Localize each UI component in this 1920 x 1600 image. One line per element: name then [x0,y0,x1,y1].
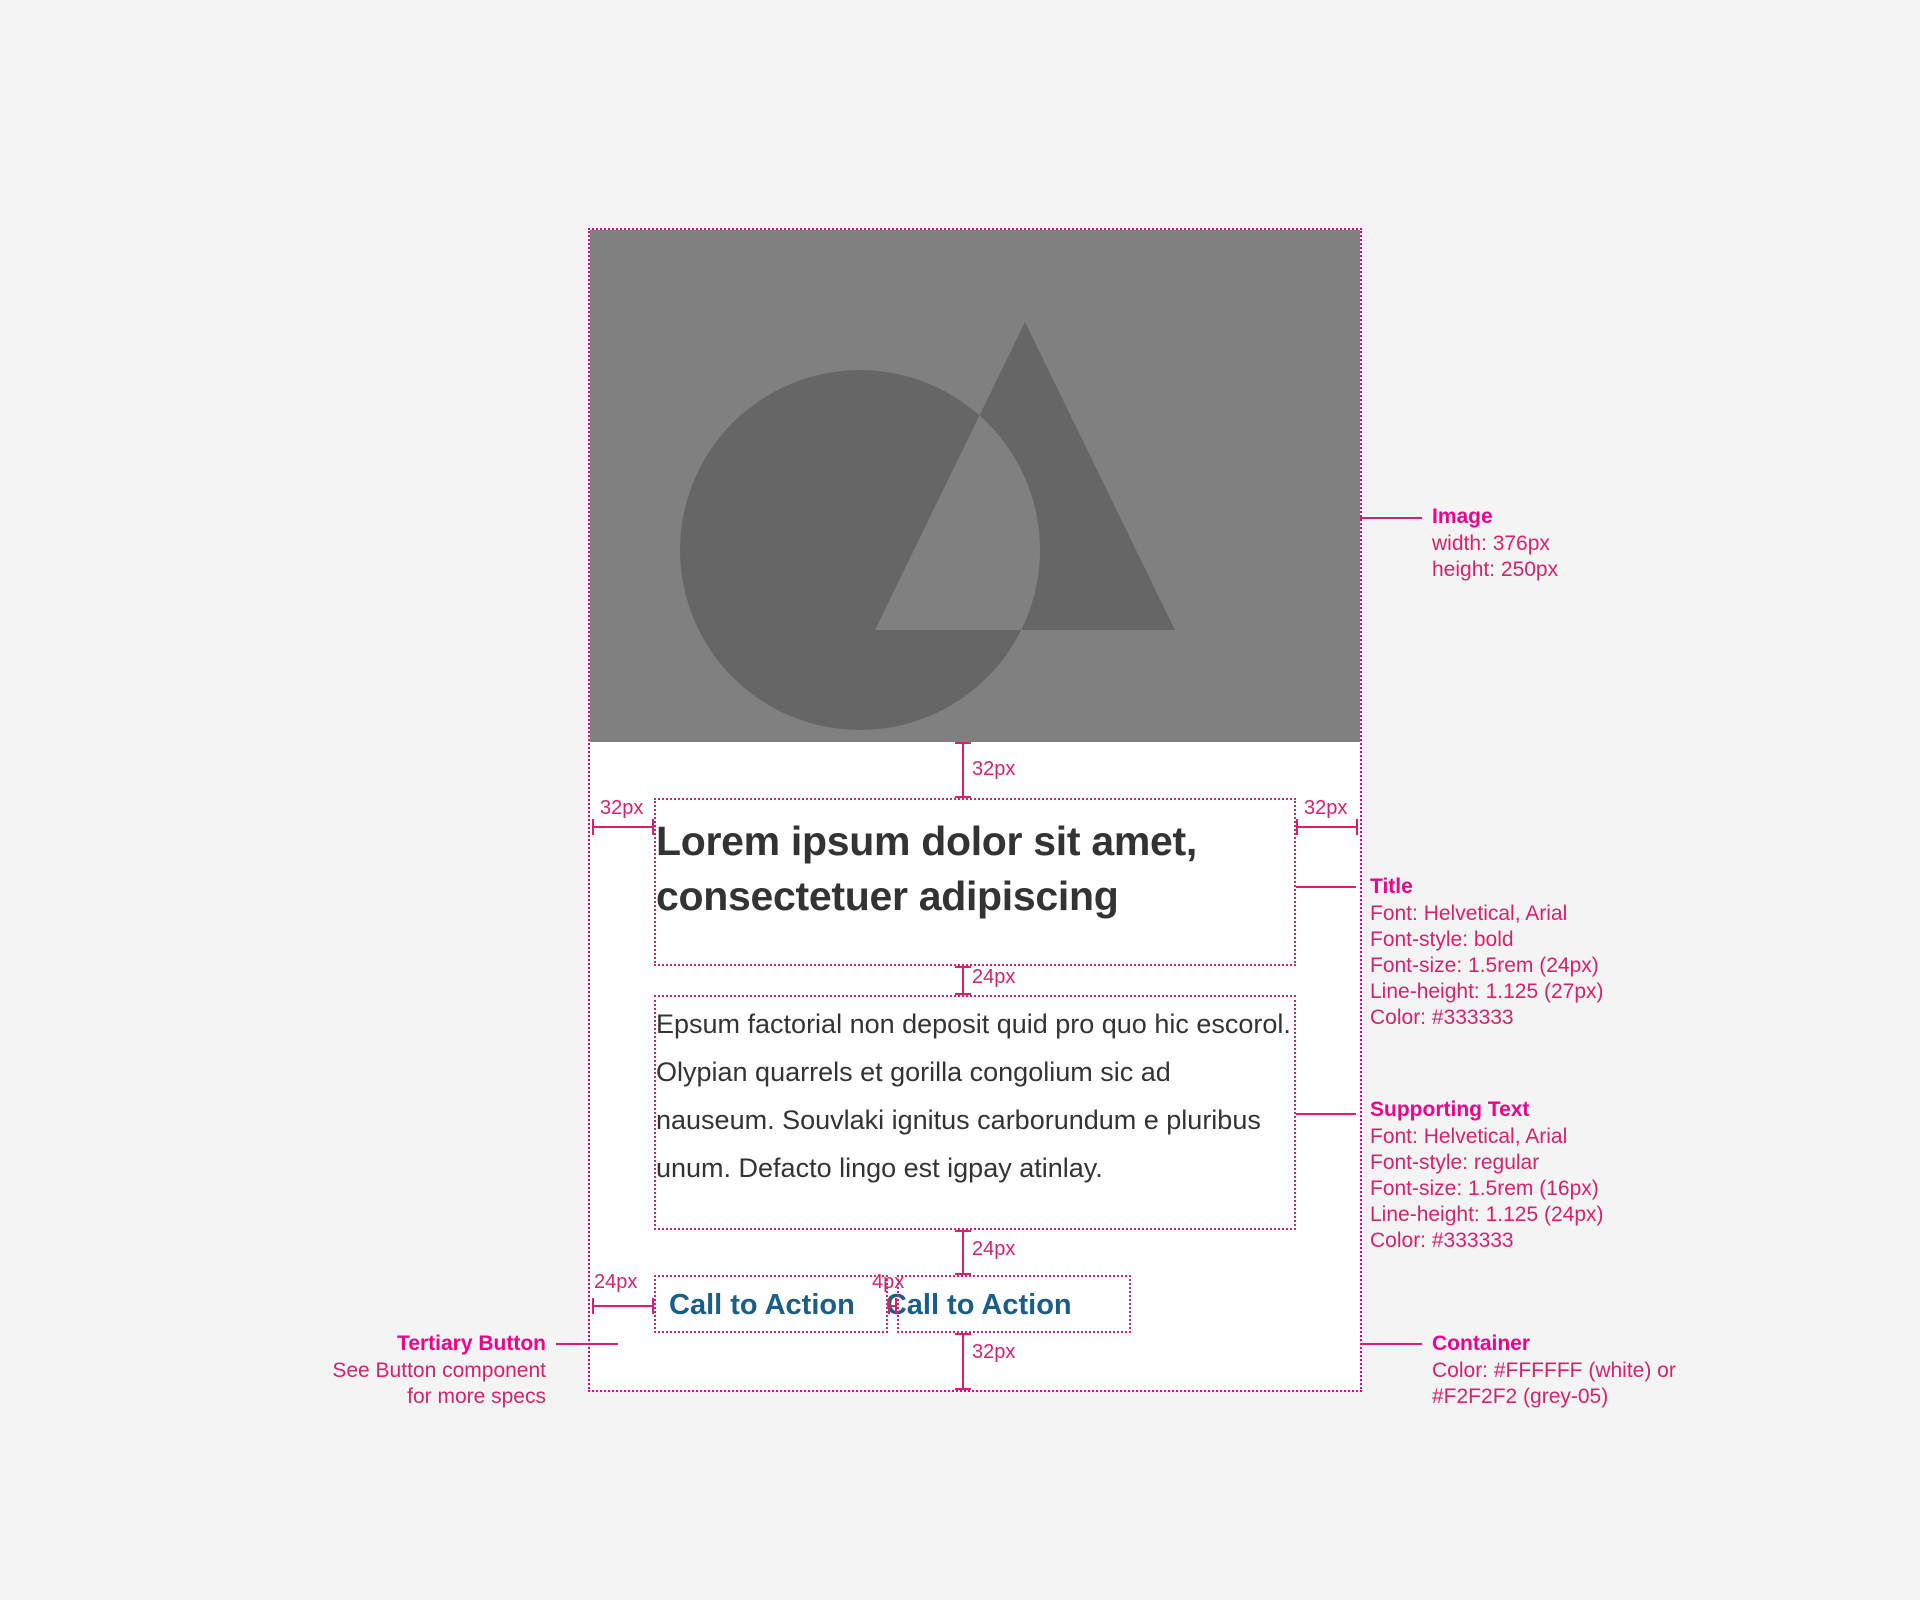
measure-label-support-to-buttons: 24px [972,1238,1016,1260]
annotation-title-line-4: Line-height: 1.125 (27px) [1370,980,1604,1003]
annotation-tertiary-button-title: Tertiary Button [397,1332,546,1355]
annotation-title: Title Font: Helvetical, Arial Font-style… [1370,874,1604,1031]
annotation-image-title: Image [1432,505,1493,528]
annotation-container-title: Container [1432,1332,1531,1355]
annotation-image-line-1: width: 376px [1432,532,1550,555]
annotation-tertiary-button-line-1: See Button component [332,1359,546,1382]
annotation-image-line-2: height: 250px [1432,558,1559,581]
annotation-supporting-text-line-3: Font-size: 1.5rem (16px) [1370,1177,1599,1200]
annotation-supporting-text-title: Supporting Text [1370,1098,1530,1121]
annotation-title-line-5: Color: #333333 [1370,1006,1514,1029]
card-supporting-text: Epsum factorial non deposit quid pro quo… [656,1009,1291,1183]
annotation-container-line-1: Color: #FFFFFF (white) or [1432,1359,1676,1382]
measure-label-buttons-left: 24px [594,1271,638,1293]
annotation-title-line-2: Font-style: bold [1370,928,1514,951]
measure-label-title-to-support: 24px [972,966,1016,988]
annotation-supporting-text: Supporting Text Font: Helvetical, Arial … [1370,1097,1604,1254]
measure-line-buttons-to-bottom [955,1333,971,1390]
card-image [590,230,1360,742]
measure-label-button-gap: 4px [872,1271,905,1293]
measure-line-title-to-support [955,966,971,995]
annotation-tertiary-button: Tertiary Button See Button component for… [250,1331,546,1410]
annotation-title-line-1: Font: Helvetical, Arial [1370,902,1568,925]
leader-container [1360,1343,1422,1345]
annotation-image: Image width: 376px height: 250px [1432,504,1558,583]
leader-image [1360,517,1422,519]
leader-title [1296,886,1356,888]
annotation-supporting-text-line-4: Line-height: 1.125 (24px) [1370,1203,1604,1226]
annotation-supporting-text-line-1: Font: Helvetical, Arial [1370,1125,1568,1148]
annotation-supporting-text-line-5: Color: #333333 [1370,1229,1514,1252]
annotation-container: Container Color: #FFFFFF (white) or #F2F… [1432,1331,1676,1410]
card-title: Lorem ipsum dolor sit amet, consectetuer… [656,818,1197,919]
measure-label-title-right: 32px [1304,797,1348,819]
spec-canvas: Lorem ipsum dolor sit amet, consectetuer… [0,0,1920,1600]
annotation-container-line-2: #F2F2F2 (grey-05) [1432,1385,1609,1408]
annotation-supporting-text-line-2: Font-style: regular [1370,1151,1540,1174]
card-container: Lorem ipsum dolor sit amet, consectetuer… [588,228,1362,1392]
measure-line-image-to-title [955,742,971,798]
annotation-tertiary-button-line-2: for more specs [407,1385,546,1408]
measure-line-title-left [592,819,654,835]
call-to-action-button-2[interactable]: Call to Action [873,1279,1085,1334]
measure-label-image-to-title: 32px [972,758,1016,780]
measure-line-title-right [1296,819,1358,835]
card-body: Lorem ipsum dolor sit amet, consectetuer… [590,742,1360,1390]
measure-line-buttons-left [592,1298,654,1314]
leader-supporting-text [1296,1113,1356,1115]
image-placeholder-graphic [590,230,1360,742]
measure-line-support-to-buttons [955,1230,971,1275]
call-to-action-button-1[interactable]: Call to Action [656,1279,868,1334]
measure-label-buttons-to-bottom: 32px [972,1341,1016,1363]
leader-tertiary-button [556,1343,618,1345]
card-actions: Call to Action Call to Action [656,1279,1085,1334]
measure-label-title-left: 32px [600,797,644,819]
measure-line-button-gap [888,1298,897,1314]
annotation-title-line-3: Font-size: 1.5rem (24px) [1370,954,1599,977]
annotation-title-title: Title [1370,875,1413,898]
